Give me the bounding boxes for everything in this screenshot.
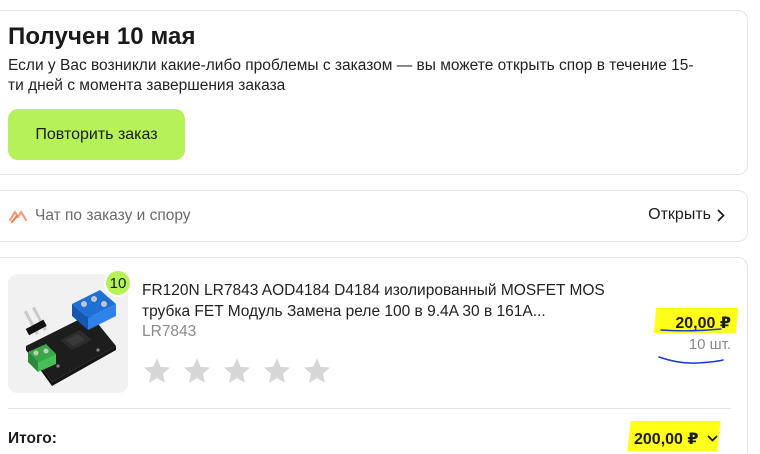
product-title[interactable]: FR120N LR7843 AOD4184 D4184 изолированны… (142, 280, 632, 322)
star-icon[interactable] (262, 356, 292, 386)
star-icon[interactable] (142, 356, 172, 386)
chat-arrows-icon (8, 210, 28, 223)
repeat-order-button[interactable]: Повторить заказ (8, 109, 185, 160)
divider (8, 408, 731, 409)
star-icon[interactable] (222, 356, 252, 386)
chat-open-link[interactable]: Открыть (648, 206, 725, 224)
total-value: 200,00 ₽ (634, 431, 699, 448)
star-icon[interactable] (182, 356, 212, 386)
order-item-card: 10 FR120N LR7843 AOD4184 D4184 изолирова… (0, 257, 748, 454)
chevron-right-icon (717, 209, 725, 221)
order-status-card: Получен 10 мая Если у Вас возникли какие… (0, 10, 748, 175)
chevron-down-icon (707, 435, 717, 442)
chat-label: Чат по заказу и спору (35, 207, 191, 224)
chat-card[interactable]: Чат по заказу и спору Открыть (0, 190, 748, 242)
product-sku: LR7843 (142, 323, 197, 340)
unit-price: 20,00 ₽ (675, 315, 731, 332)
quantity-badge: 10 (104, 269, 132, 297)
rating-stars[interactable] (142, 356, 332, 386)
star-icon[interactable] (302, 356, 332, 386)
order-status-title: Получен 10 мая (8, 23, 196, 50)
total-value-toggle[interactable]: 200,00 ₽ (634, 429, 718, 449)
chat-open-label: Открыть (648, 206, 711, 223)
total-label: Итого: (8, 430, 57, 447)
unit-quantity: 10 шт. (688, 336, 731, 353)
order-status-description: Если у Вас возникли какие-либо проблемы … (8, 57, 694, 94)
